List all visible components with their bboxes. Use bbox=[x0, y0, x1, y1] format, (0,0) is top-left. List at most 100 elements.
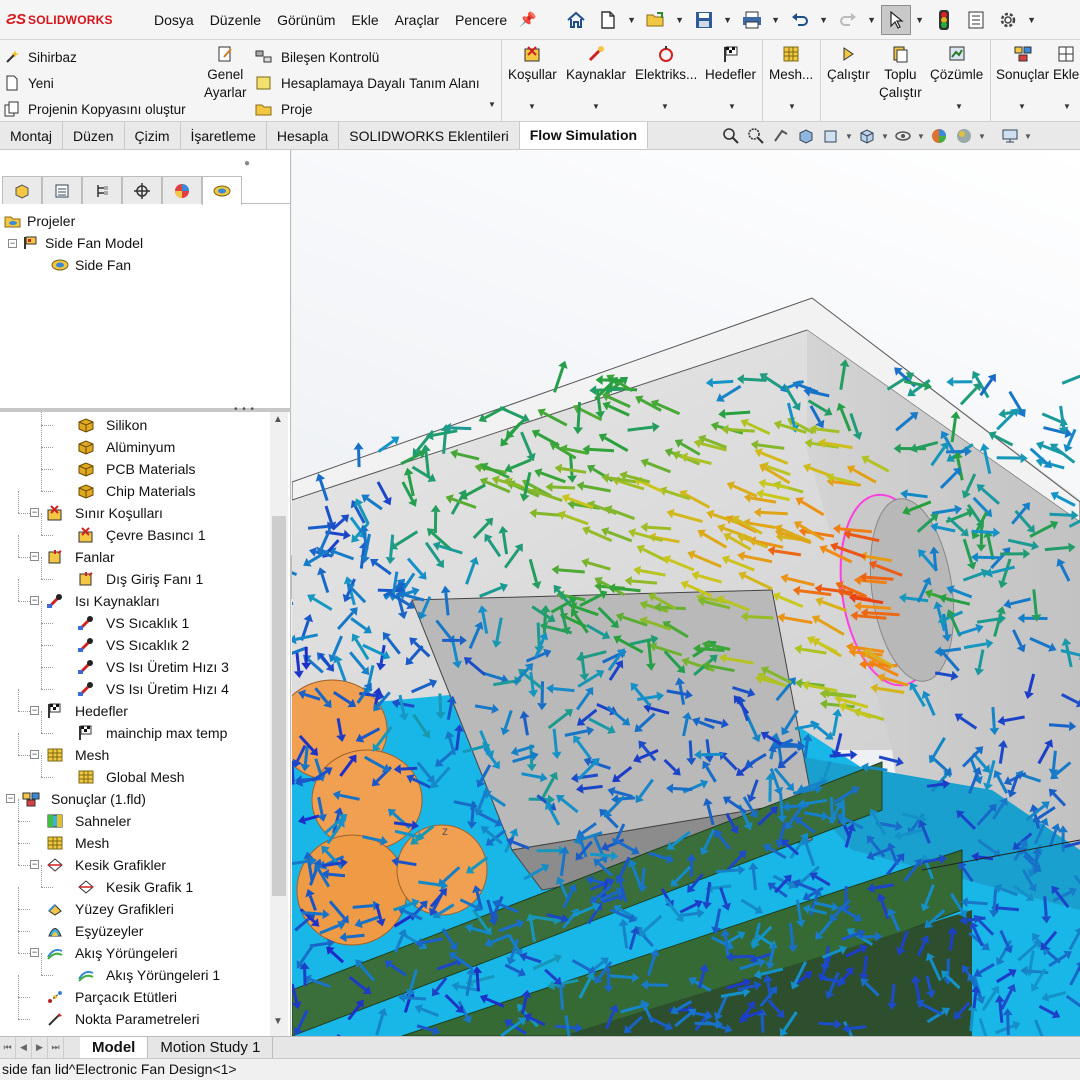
tree-item-material-pcb[interactable]: PCB Materials bbox=[77, 458, 195, 480]
property-manager-tab-icon[interactable] bbox=[42, 176, 82, 204]
new-project-button[interactable]: Yeni bbox=[4, 70, 186, 96]
conditions-dropdown-icon[interactable]: ▼ bbox=[528, 102, 536, 111]
flow-simulation-tab-icon[interactable] bbox=[202, 176, 242, 205]
scene-dropdown-icon[interactable]: ▼ bbox=[978, 132, 986, 141]
tree-item-ambient-pressure-1[interactable]: Çevre Basıncı 1 bbox=[77, 524, 206, 546]
insert-button[interactable]: Ekle bbox=[1053, 44, 1079, 84]
tree-item-point-parameters[interactable]: Nokta Parametreleri bbox=[46, 1008, 200, 1030]
orientation-dropdown-icon[interactable]: ▼ bbox=[881, 132, 889, 141]
tree-item-vs-heat-rate-3[interactable]: VS Isı Üretim Hızı 3 bbox=[77, 656, 229, 678]
dimxpert-tab-icon[interactable] bbox=[122, 176, 162, 204]
view-dropdown-icon[interactable]: ▼ bbox=[845, 132, 853, 141]
tree-item-particle-studies[interactable]: Parçacık Etütleri bbox=[46, 986, 177, 1008]
tab-flow-simulation[interactable]: Flow Simulation bbox=[519, 122, 649, 149]
tab-evaluate[interactable]: Hesapla bbox=[267, 122, 340, 149]
tree-item-vs-heat-rate-4[interactable]: VS Isı Üretim Hızı 4 bbox=[77, 678, 229, 700]
goals-dropdown-icon[interactable]: ▼ bbox=[728, 102, 736, 111]
view-settings-monitor-icon[interactable] bbox=[999, 126, 1021, 146]
tree-item-vs-temperature-2[interactable]: VS Sıcaklık 2 bbox=[77, 634, 189, 656]
tree-item-material-chip[interactable]: Chip Materials bbox=[77, 480, 195, 502]
tree-item-flow-trajectories-1[interactable]: Akış Yörüngeleri 1 bbox=[77, 964, 220, 986]
collapse-icon[interactable]: − bbox=[30, 552, 39, 561]
redo-dropdown-icon[interactable]: ▼ bbox=[865, 5, 879, 35]
options-gear-icon[interactable] bbox=[993, 5, 1023, 35]
results-button[interactable]: Sonuçlar bbox=[996, 44, 1049, 84]
tree-item-global-mesh[interactable]: Global Mesh bbox=[77, 766, 185, 788]
collapse-icon[interactable]: − bbox=[30, 860, 39, 869]
solve-button[interactable]: Çözümle bbox=[930, 44, 983, 84]
tree-item-material-silicon[interactable]: Silikon bbox=[77, 414, 147, 436]
tree-item-isosurfaces[interactable]: Eşyüzeyler bbox=[46, 920, 143, 942]
collapse-icon[interactable]: − bbox=[30, 948, 39, 957]
run-button[interactable]: Çalıştır bbox=[827, 44, 870, 84]
batch-run-button[interactable]: Toplu Çalıştır bbox=[879, 44, 922, 102]
prev-tab-icon[interactable]: ◀ bbox=[16, 1037, 32, 1058]
scroll-down-icon[interactable]: ▼ bbox=[273, 1016, 283, 1027]
configuration-manager-tab-icon[interactable] bbox=[82, 176, 122, 204]
graphics-area[interactable]: z bbox=[292, 150, 1080, 1036]
mesh-button[interactable]: Mesh... bbox=[769, 44, 813, 84]
project-side-fan-model[interactable]: − Side Fan Model bbox=[8, 232, 290, 254]
flow-simulation-scene[interactable]: z bbox=[292, 150, 1080, 1036]
tree-item-external-inlet-fan-1[interactable]: Dış Giriş Fanı 1 bbox=[77, 568, 203, 590]
tree-item-fans[interactable]: Fanlar bbox=[46, 546, 115, 568]
tree-item-surface-plots[interactable]: Yüzey Grafikleri bbox=[46, 898, 174, 920]
collapse-icon[interactable]: − bbox=[8, 238, 17, 248]
component-control-button[interactable]: Bileşen Kontrolü bbox=[255, 44, 480, 70]
new-document-icon[interactable] bbox=[593, 5, 623, 35]
zoom-area-icon[interactable] bbox=[745, 126, 767, 146]
group-expand-dropdown-icon[interactable]: ▼ bbox=[488, 100, 496, 109]
tab-sketch[interactable]: Çizim bbox=[125, 122, 181, 149]
config-side-fan[interactable]: Side Fan bbox=[50, 254, 290, 276]
electrical-button[interactable]: Elektriks... bbox=[635, 44, 697, 84]
edit-appearance-icon[interactable] bbox=[928, 126, 950, 146]
open-folder-icon[interactable] bbox=[641, 5, 671, 35]
collapse-icon[interactable]: − bbox=[30, 508, 39, 517]
scroll-up-icon[interactable]: ▲ bbox=[273, 414, 283, 425]
scrollbar-thumb[interactable] bbox=[272, 516, 286, 896]
monitor-dropdown-icon[interactable]: ▼ bbox=[1024, 132, 1032, 141]
solidworks-logo[interactable]: ƧS SOLIDWORKS bbox=[6, 11, 136, 28]
tree-item-vs-temperature-1[interactable]: VS Sıcaklık 1 bbox=[77, 612, 189, 634]
tab-motion-study[interactable]: Motion Study 1 bbox=[148, 1037, 274, 1058]
electrical-dropdown-icon[interactable]: ▼ bbox=[661, 102, 669, 111]
tree-item-cut-plot-1[interactable]: Kesik Grafik 1 bbox=[77, 876, 193, 898]
collapse-icon[interactable]: − bbox=[30, 750, 39, 759]
tree-item-scenes[interactable]: Sahneler bbox=[46, 810, 131, 832]
sources-dropdown-icon[interactable]: ▼ bbox=[592, 102, 600, 111]
undo-icon[interactable] bbox=[785, 5, 815, 35]
undo-dropdown-icon[interactable]: ▼ bbox=[817, 5, 831, 35]
save-icon[interactable] bbox=[689, 5, 719, 35]
tab-markup[interactable]: İşaretleme bbox=[181, 122, 267, 149]
hide-show-icon[interactable] bbox=[892, 126, 914, 146]
sources-button[interactable]: Kaynaklar bbox=[566, 44, 626, 84]
save-dropdown-icon[interactable]: ▼ bbox=[721, 5, 735, 35]
hide-show-dropdown-icon[interactable]: ▼ bbox=[917, 132, 925, 141]
view-orientation-icon[interactable] bbox=[856, 126, 878, 146]
collapse-icon[interactable]: − bbox=[30, 706, 39, 715]
analysis-tree-scroll-area[interactable]: Silikon Alüminyum PCB Materials Chip Materi… bbox=[0, 412, 291, 1036]
dynamic-annotation-icon[interactable] bbox=[820, 126, 842, 146]
projects-root[interactable]: Projeler bbox=[4, 210, 290, 232]
select-dropdown-icon[interactable]: ▼ bbox=[913, 5, 927, 35]
file-properties-icon[interactable] bbox=[961, 5, 991, 35]
conditions-button[interactable]: Koşullar bbox=[508, 44, 557, 84]
print-dropdown-icon[interactable]: ▼ bbox=[769, 5, 783, 35]
tab-layout[interactable]: Düzen bbox=[63, 122, 125, 149]
clone-project-button[interactable]: Projenin Kopyasını oluştur bbox=[4, 96, 186, 122]
first-tab-icon[interactable]: ⏮ bbox=[0, 1037, 16, 1058]
tab-model[interactable]: Model bbox=[80, 1037, 149, 1058]
tree-item-results[interactable]: Sonuçlar (1.fld) bbox=[22, 788, 146, 810]
tree-item-material-aluminum[interactable]: Alüminyum bbox=[77, 436, 175, 458]
last-tab-icon[interactable]: ⏭ bbox=[48, 1037, 64, 1058]
menu-edit[interactable]: Düzenle bbox=[202, 12, 269, 28]
vertical-scrollbar[interactable]: ▲ ▼ bbox=[270, 412, 288, 1036]
new-dropdown-icon[interactable]: ▼ bbox=[625, 5, 639, 35]
home-icon[interactable] bbox=[561, 5, 591, 35]
results-dropdown-icon[interactable]: ▼ bbox=[1018, 102, 1026, 111]
general-settings-button[interactable]: Genel Ayarlar bbox=[204, 44, 247, 102]
goals-button[interactable]: Hedefler bbox=[705, 44, 756, 84]
project-button[interactable]: Proje bbox=[255, 96, 480, 122]
tree-item-cut-plots[interactable]: Kesik Grafikler bbox=[46, 854, 166, 876]
zoom-to-fit-icon[interactable] bbox=[720, 126, 742, 146]
